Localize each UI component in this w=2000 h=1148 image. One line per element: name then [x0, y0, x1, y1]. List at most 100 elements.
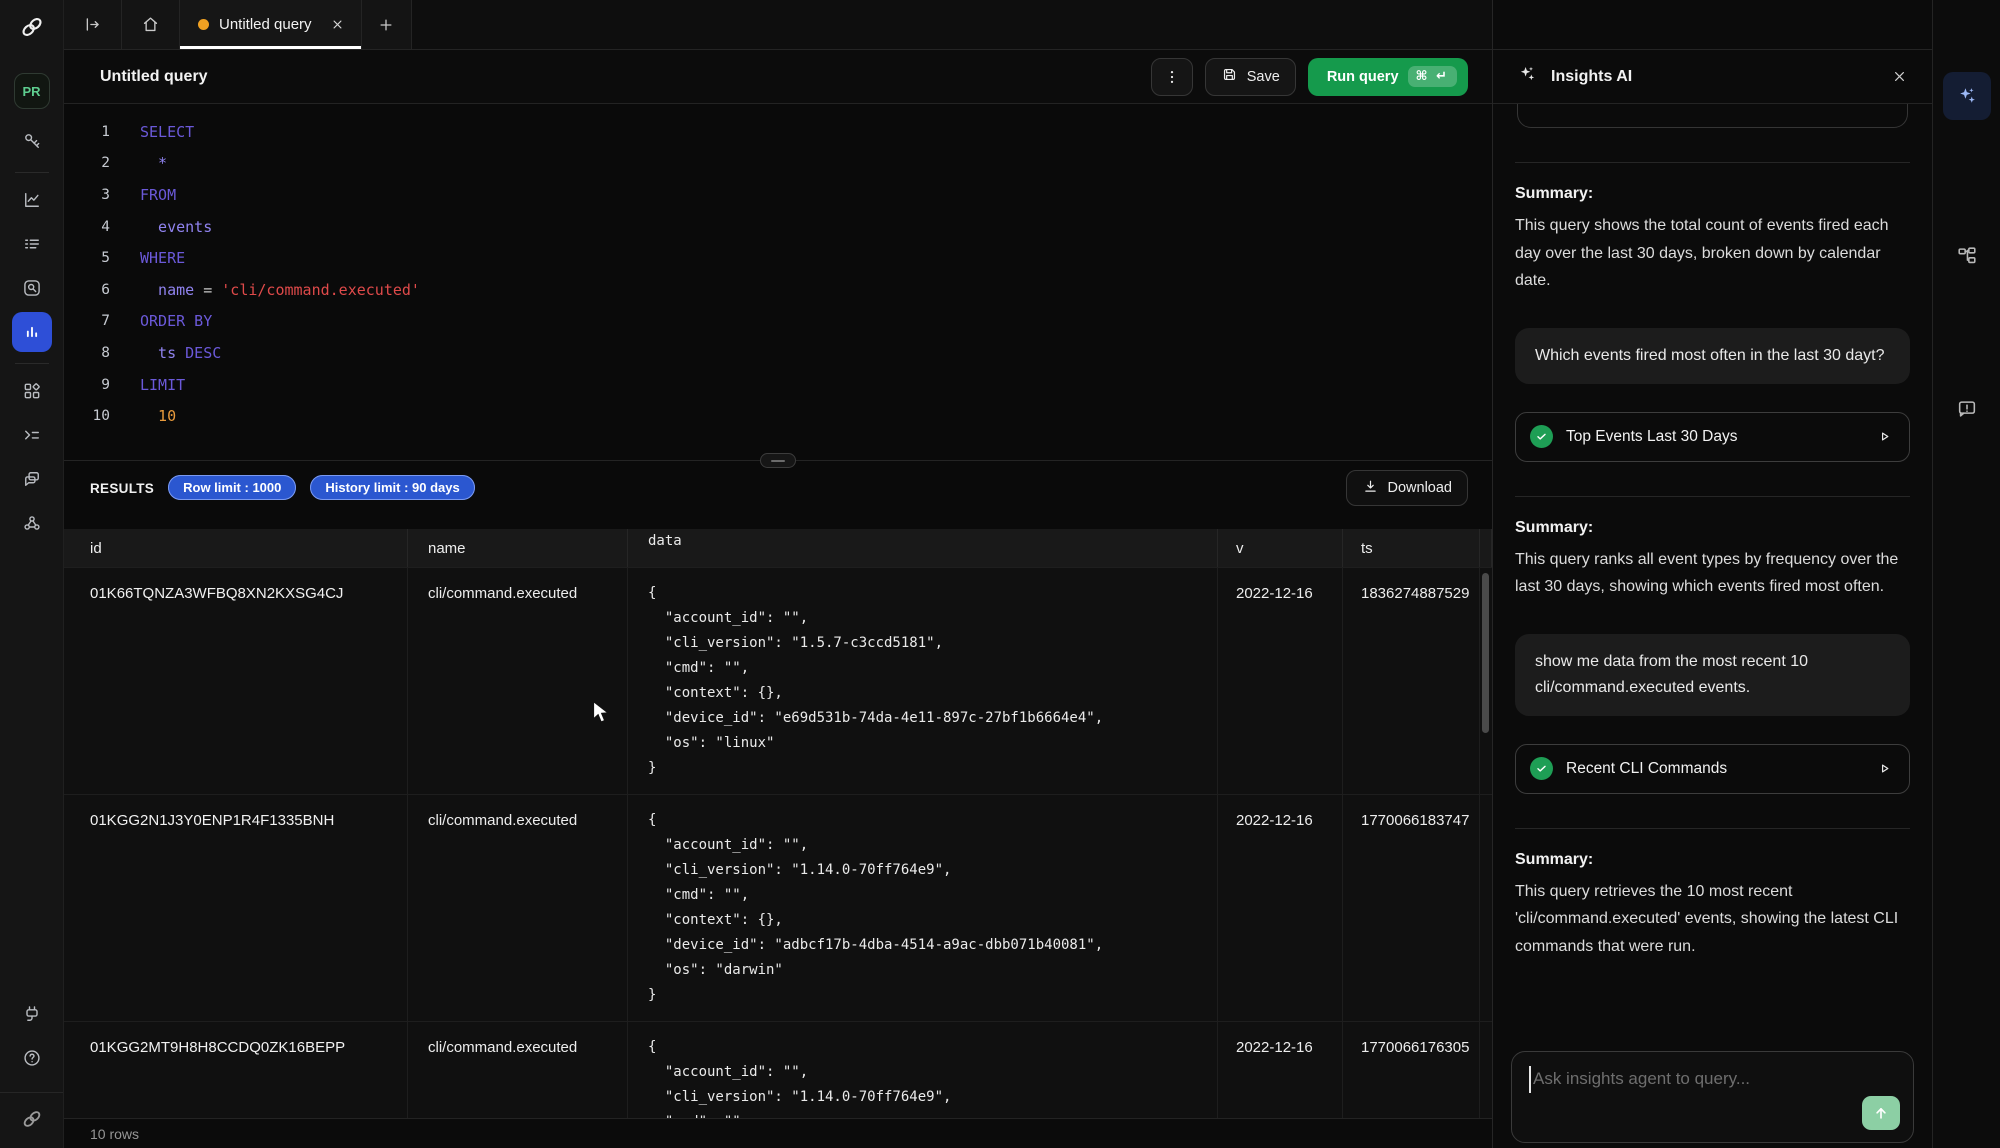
editor-line[interactable]: 2 *: [64, 148, 1492, 180]
workspace-badge[interactable]: PR: [14, 73, 50, 109]
code-text: events: [110, 218, 212, 236]
editor-line[interactable]: 6 name = 'cli/command.executed': [64, 274, 1492, 306]
cell-data-json: { "account_id": "", "cli_version": "1.14…: [628, 1022, 1218, 1119]
right-rail-item-sparkles[interactable]: [1943, 72, 1991, 120]
code-text: ts DESC: [110, 344, 221, 362]
table-scrollbar[interactable]: [1482, 573, 1489, 733]
check-circle-icon: [1530, 757, 1553, 780]
bar-chart-icon: [22, 322, 42, 342]
column-header-ts[interactable]: ts: [1343, 529, 1480, 567]
run-shortcut-badge: ⌘ ↵: [1408, 66, 1457, 87]
line-number: 1: [64, 124, 110, 140]
download-icon: [1362, 478, 1379, 495]
header-gutter: [1480, 529, 1492, 567]
row-gutter: [1480, 795, 1492, 1021]
column-header-v[interactable]: v: [1218, 529, 1343, 567]
home-button[interactable]: [122, 0, 180, 49]
results-table: idnamedatavts 01K66TQNZA3WFBQ8XN2KXSG4CJ…: [64, 529, 1492, 1118]
cell-data-json: { "account_id": "", "cli_version": "1.5.…: [628, 568, 1218, 794]
sidebar-item-search-code[interactable]: [12, 268, 52, 308]
sidebar-item-apps-grid[interactable]: [12, 371, 52, 411]
right-rail-item-feedback[interactable]: [1943, 385, 1991, 433]
pane-resize-handle[interactable]: [760, 453, 796, 468]
cell-v: 2022-12-16: [1218, 568, 1343, 794]
download-label: Download: [1388, 480, 1453, 496]
table-row[interactable]: 01KGG2MT9H8H8CCDQ0ZK16BEPPcli/command.ex…: [64, 1021, 1492, 1119]
column-header-id[interactable]: id: [64, 529, 408, 567]
query-action-card[interactable]: Recent CLI Commands: [1515, 744, 1910, 794]
sidebar-item-list[interactable]: [12, 224, 52, 264]
cell-ts: 1770066176305: [1343, 1022, 1480, 1119]
new-tab-button[interactable]: [362, 0, 412, 49]
sql-editor[interactable]: 1 SELECT 2 * 3 FROM 4 events5WHERE6 name = 'c…: [64, 104, 1492, 460]
sidebar-item-webhook[interactable]: [12, 503, 52, 543]
sidebar-item-key[interactable]: [12, 121, 52, 161]
insights-close-button[interactable]: [1891, 68, 1908, 85]
run-query-button[interactable]: Run query ⌘ ↵: [1308, 58, 1468, 96]
check-circle-icon: [1530, 425, 1553, 448]
editor-line[interactable]: 5WHERE: [64, 242, 1492, 274]
tab-close-icon[interactable]: [330, 17, 345, 32]
mouse-cursor: [592, 700, 613, 730]
page-title: Untitled query: [100, 68, 208, 86]
more-options-button[interactable]: [1151, 58, 1193, 96]
summary-text: This query shows the total count of even…: [1515, 212, 1910, 295]
column-header-data[interactable]: data: [628, 529, 1218, 567]
table-row[interactable]: 01K66TQNZA3WFBQ8XN2KXSG4CJcli/command.ex…: [64, 567, 1492, 794]
sql-token: SELECT: [140, 123, 194, 141]
sidebar-divider: [15, 363, 49, 364]
play-icon[interactable]: [1876, 760, 1893, 777]
send-button[interactable]: [1862, 1096, 1900, 1130]
conversation-divider: [1515, 162, 1910, 163]
sidebar-item-chart-line[interactable]: [12, 180, 52, 220]
sql-token: name: [140, 281, 194, 299]
sql-token: ts: [140, 344, 176, 362]
results-section: RESULTS Row limit : 1000History limit : …: [64, 460, 1492, 1148]
right-rail-item-tree[interactable]: [1943, 232, 1991, 280]
sidebar-item-chat[interactable]: [12, 459, 52, 499]
scrolled-card-partial: [1517, 104, 1908, 128]
sidebar-toggle-button[interactable]: [64, 0, 122, 49]
limit-badge-1: History limit : 90 days: [310, 475, 474, 500]
right-icon-rail: [1932, 0, 2000, 1148]
code-text: FROM: [110, 186, 176, 204]
editor-line[interactable]: 3 FROM: [64, 179, 1492, 211]
sql-token: *: [140, 154, 167, 172]
cell-ts: 1836274887529: [1343, 568, 1480, 794]
list-icon: [22, 234, 42, 254]
editor-line[interactable]: 10 10: [64, 400, 1492, 432]
query-action-card[interactable]: Top Events Last 30 Days: [1515, 412, 1910, 462]
sidebar-item-plug[interactable]: [12, 994, 52, 1034]
user-message-bubble: Which events fired most often in the las…: [1515, 328, 1910, 384]
download-button[interactable]: Download: [1346, 470, 1469, 506]
editor-line[interactable]: 9LIMIT: [64, 369, 1492, 401]
summary-heading: Summary:: [1515, 185, 1910, 203]
line-number: 5: [64, 250, 110, 266]
summary-block: Summary:This query ranks all event types…: [1515, 519, 1910, 601]
cell-id: 01KGG2N1J3Y0ENP1R4F1335BNH: [64, 795, 408, 1021]
tab-untitled-query[interactable]: Untitled query: [180, 0, 362, 49]
cell-v: 2022-12-16: [1218, 795, 1343, 1021]
cell-name: cli/command.executed: [408, 568, 628, 794]
sql-token: FROM: [140, 186, 176, 204]
tree-icon: [1956, 245, 1978, 267]
line-number: 3: [64, 187, 110, 203]
sidebar-item-terminal-list[interactable]: [12, 415, 52, 455]
editor-line[interactable]: 8 ts DESC: [64, 337, 1492, 369]
editor-line[interactable]: 1 SELECT: [64, 116, 1492, 148]
sql-token: 10: [140, 407, 176, 425]
kebab-icon: [1163, 68, 1181, 86]
save-button[interactable]: Save: [1205, 58, 1296, 96]
column-header-name[interactable]: name: [408, 529, 628, 567]
insights-top-spacer: [1493, 0, 1932, 50]
sidebar-item-bar-chart[interactable]: [12, 312, 52, 352]
editor-line[interactable]: 7ORDER BY: [64, 306, 1492, 338]
play-icon[interactable]: [1876, 428, 1893, 445]
sidebar-item-help[interactable]: [12, 1038, 52, 1078]
cell-ts: 1770066183747: [1343, 795, 1480, 1021]
cell-name: cli/command.executed: [408, 1022, 628, 1119]
editor-line[interactable]: 4 events: [64, 211, 1492, 243]
table-row[interactable]: 01KGG2N1J3Y0ENP1R4F1335BNHcli/command.ex…: [64, 794, 1492, 1021]
insights-composer[interactable]: Ask insights agent to query...: [1511, 1051, 1914, 1143]
table-status-bar: 10 rows: [64, 1118, 1492, 1148]
